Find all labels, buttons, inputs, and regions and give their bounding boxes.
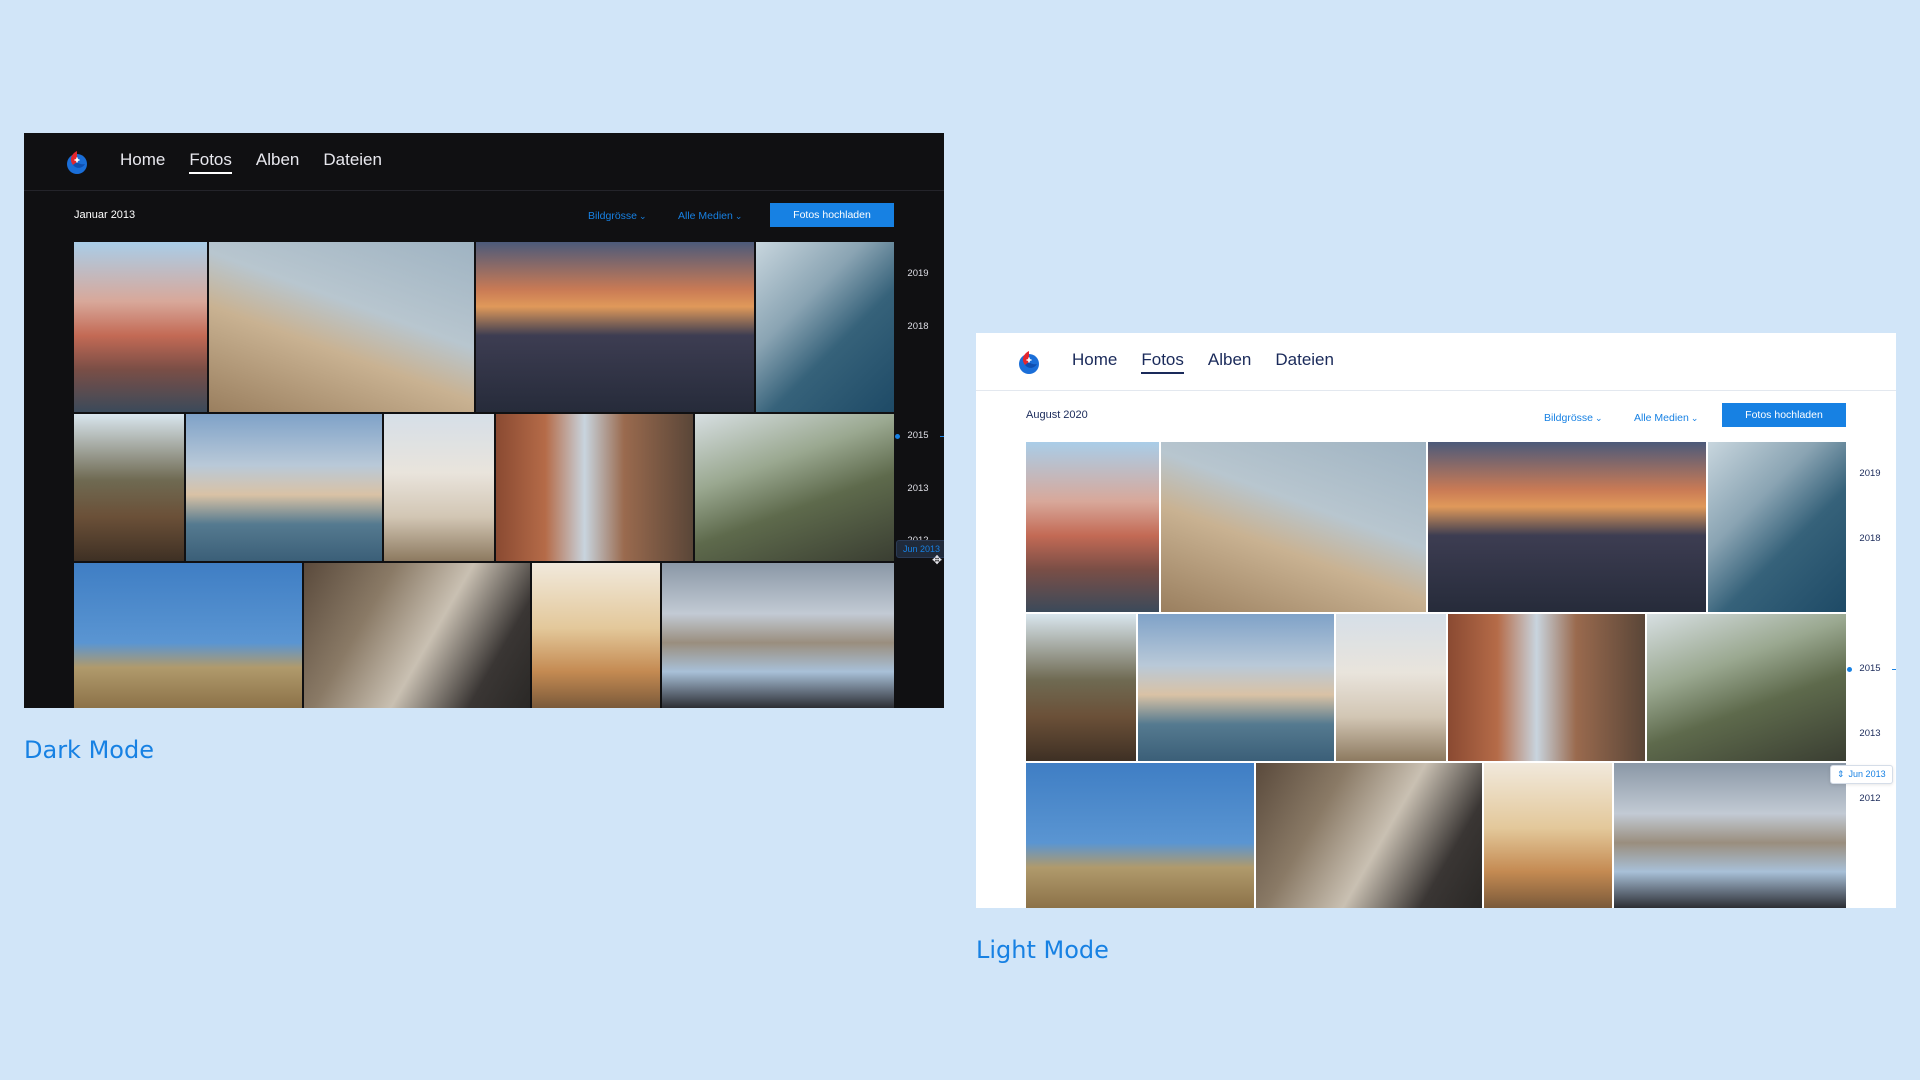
top-navigation: Home Fotos Alben Dateien	[24, 133, 944, 191]
timeline-marker-icon	[895, 434, 900, 439]
nav-fotos[interactable]: Fotos	[1141, 350, 1184, 374]
timeline-year[interactable]: 2019	[904, 268, 932, 279]
photo-car-mirror-feet[interactable]	[1256, 763, 1482, 908]
expand-updown-icon: ⇕	[1837, 769, 1845, 779]
date-label: Januar 2013	[74, 209, 136, 221]
timeline-year[interactable]: 2013	[1856, 728, 1884, 739]
photo-venice-grand-canal[interactable]	[186, 414, 382, 561]
photo-colosseum-arches[interactable]	[209, 242, 474, 412]
swisscom-logo-icon[interactable]	[1016, 348, 1040, 376]
photo-leaning-tower-pisa[interactable]	[1484, 763, 1612, 908]
timeline-marker-icon	[1847, 667, 1852, 672]
top-navigation: Home Fotos Alben Dateien	[976, 333, 1896, 391]
timeline-year[interactable]: 2018	[1856, 533, 1884, 544]
light-mode-panel: Home Fotos Alben Dateien August 2020 Bil…	[976, 333, 1896, 908]
photo-venice-grand-canal[interactable]	[1138, 614, 1334, 761]
timeline-tick-icon	[1892, 669, 1896, 670]
timeline-year-label: 2015	[907, 430, 929, 441]
chevron-down-icon: ⌄	[1595, 413, 1603, 423]
photo-white-hilltop-town[interactable]	[1336, 614, 1446, 761]
nav-dateien[interactable]: Dateien	[323, 150, 382, 174]
photo-coastal-cliffs-sea[interactable]	[756, 242, 894, 412]
photo-vernazza-sunset[interactable]	[476, 242, 754, 412]
media-type-filter-label: Alle Medien	[1634, 412, 1689, 424]
photo-toolbar: August 2020 Bildgrösse ⌄ Alle Medien ⌄ Fot…	[1026, 403, 1846, 431]
year-timeline[interactable]: 2019 2018 2015 2013 2012 Jun 2013 ✥	[895, 242, 944, 708]
photo-woman-under-tree[interactable]	[695, 414, 894, 561]
photo-woman-under-tree[interactable]	[1647, 614, 1846, 761]
timeline-year[interactable]: 2019	[1856, 468, 1884, 479]
year-timeline[interactable]: 2019 2018 2015 2013 2012 ⇕ Jun 2013	[1830, 442, 1896, 908]
photo-leaning-tower-pisa[interactable]	[532, 563, 660, 708]
timeline-year-current[interactable]: 2015	[895, 430, 944, 441]
image-size-filter[interactable]: Bildgrösse ⌄	[1544, 412, 1603, 424]
photo-road-trip-map[interactable]	[1614, 763, 1846, 908]
timeline-scrub-indicator[interactable]: ⇕ Jun 2013	[1830, 765, 1893, 784]
photo-archway-pine-trees[interactable]	[1026, 614, 1136, 761]
date-label: August 2020	[1026, 409, 1088, 421]
photo-cinque-terre-cliff-village[interactable]	[1026, 442, 1159, 612]
timeline-year[interactable]: 2012	[1856, 793, 1884, 804]
upload-photos-button[interactable]: Fotos hochladen	[770, 203, 894, 227]
light-mode-caption: Light Mode	[976, 936, 1109, 964]
nav-home[interactable]: Home	[120, 150, 165, 174]
move-cursor-icon: ✥	[932, 553, 943, 567]
swisscom-logo-icon[interactable]	[64, 148, 88, 176]
photo-archway-pine-trees[interactable]	[74, 414, 184, 561]
dark-mode-panel: Home Fotos Alben Dateien Januar 2013 Bil…	[24, 133, 944, 708]
photo-cinque-terre-cliff-village[interactable]	[74, 242, 207, 412]
image-size-filter-label: Bildgrösse	[588, 210, 638, 222]
media-type-filter-label: Alle Medien	[678, 210, 733, 222]
photo-venice-narrow-canal[interactable]	[1448, 614, 1645, 761]
nav-dateien[interactable]: Dateien	[1275, 350, 1334, 374]
photo-colosseum-arches[interactable]	[1161, 442, 1426, 612]
photo-vernazza-sunset[interactable]	[1428, 442, 1706, 612]
media-type-filter[interactable]: Alle Medien ⌄	[678, 210, 742, 222]
dark-mode-caption: Dark Mode	[24, 736, 154, 764]
media-type-filter[interactable]: Alle Medien ⌄	[1634, 412, 1698, 424]
photo-coastal-cliffs-sea[interactable]	[1708, 442, 1846, 612]
timeline-tick-icon	[940, 436, 944, 437]
photo-toolbar: Januar 2013 Bildgrösse ⌄ Alle Medien ⌄ Fot…	[74, 203, 894, 231]
nav-home[interactable]: Home	[1072, 350, 1117, 374]
photo-white-hilltop-town[interactable]	[384, 414, 494, 561]
scrub-label: Jun 2013	[1848, 769, 1886, 779]
chevron-down-icon: ⌄	[639, 211, 647, 221]
chevron-down-icon: ⌄	[734, 211, 743, 221]
nav-fotos[interactable]: Fotos	[189, 150, 232, 174]
timeline-year[interactable]: 2013	[904, 483, 932, 494]
image-size-filter-label: Bildgrösse	[1544, 412, 1594, 424]
photo-grid	[1026, 442, 1846, 908]
upload-photos-button[interactable]: Fotos hochladen	[1722, 403, 1846, 427]
photo-road-trip-map[interactable]	[662, 563, 894, 708]
photo-car-mirror-feet[interactable]	[304, 563, 530, 708]
photo-grid	[74, 242, 894, 708]
photo-blue-sky-field[interactable]	[1026, 763, 1254, 908]
nav-alben[interactable]: Alben	[1208, 350, 1251, 374]
timeline-year-label: 2015	[1859, 663, 1881, 674]
image-size-filter[interactable]: Bildgrösse ⌄	[588, 210, 647, 222]
nav-alben[interactable]: Alben	[256, 150, 299, 174]
photo-venice-narrow-canal[interactable]	[496, 414, 693, 561]
photo-blue-sky-field[interactable]	[74, 563, 302, 708]
timeline-year[interactable]: 2018	[904, 321, 932, 332]
timeline-year-current[interactable]: 2015	[1847, 663, 1896, 674]
chevron-down-icon: ⌄	[1690, 413, 1699, 423]
